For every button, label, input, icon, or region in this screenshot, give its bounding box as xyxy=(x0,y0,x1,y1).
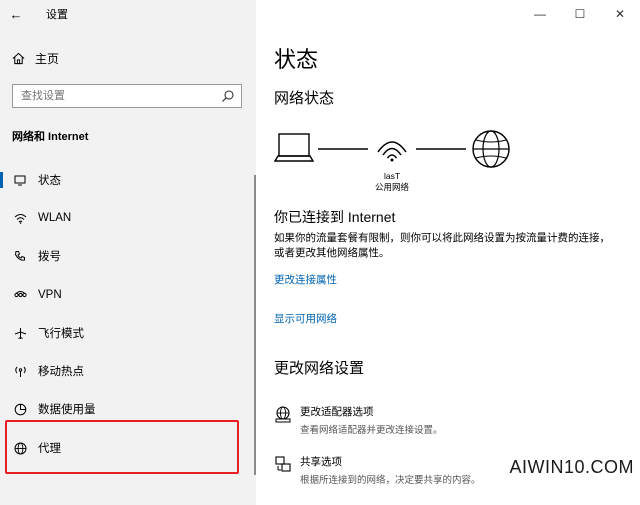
status-icon xyxy=(14,175,26,186)
watermark: AIWIN10.COM xyxy=(509,457,634,477)
sidebar-item-label: 拨号 xyxy=(38,251,61,263)
title-bar: ← 设置 xyxy=(0,0,256,28)
sidebar-item-label: 飞行模式 xyxy=(38,328,84,340)
sidebar-item-mobile-hotspot[interactable]: 移动热点 xyxy=(0,352,250,390)
maximize-button[interactable]: ☐ xyxy=(560,0,600,28)
network-status-title: 网络状态 xyxy=(274,90,335,107)
sidebar-item-home[interactable]: 主页 xyxy=(12,50,59,67)
home-icon xyxy=(12,52,25,65)
sidebar-item-label: VPN xyxy=(38,289,62,301)
window-controls: — ☐ ✕ xyxy=(520,0,640,28)
connected-title: 你已连接到 Internet xyxy=(274,209,396,225)
sidebar-item-label: 移动热点 xyxy=(38,366,84,378)
hotspot-icon xyxy=(14,366,26,377)
laptop-icon xyxy=(274,133,315,162)
app-title: 设置 xyxy=(46,9,68,21)
sidebar-item-label: 状态 xyxy=(38,175,61,187)
wifi-signal-icon xyxy=(377,141,407,162)
adapter-options-item[interactable]: 更改适配器选项 查看网络适配器并更改连接设置。 xyxy=(274,404,443,436)
sidebar-item-status[interactable]: 状态 xyxy=(0,161,250,199)
sidebar: ← 设置 主页 网络和 Internet 状态 xyxy=(0,0,256,505)
adapter-icon xyxy=(275,406,291,423)
change-connection-properties-link[interactable]: 更改连接属性 xyxy=(274,272,337,287)
highlight-annotation xyxy=(5,420,239,474)
page-title: 状态 xyxy=(274,47,319,72)
dialup-icon xyxy=(14,251,25,261)
network-ssid: lasT xyxy=(383,171,401,181)
sidebar-item-vpn[interactable]: VPN xyxy=(0,276,250,314)
sidebar-item-label: 数据使用量 xyxy=(38,404,96,416)
airplane-icon xyxy=(14,327,26,339)
change-network-settings-title: 更改网络设置 xyxy=(274,360,365,377)
network-type: 公用网络 xyxy=(374,182,409,192)
search-icon[interactable] xyxy=(221,89,235,103)
home-label: 主页 xyxy=(35,52,60,66)
network-name: lasT 公用网络 xyxy=(357,171,427,193)
show-available-networks-link[interactable]: 显示可用网络 xyxy=(274,311,337,326)
sidebar-item-label: WLAN xyxy=(38,212,72,224)
back-button[interactable]: ← xyxy=(0,0,32,28)
data-usage-icon xyxy=(14,403,26,415)
wifi-icon xyxy=(14,214,26,224)
sidebar-item-wlan[interactable]: WLAN xyxy=(0,199,250,237)
close-button[interactable]: ✕ xyxy=(600,0,640,28)
internet-globe-icon xyxy=(472,130,510,168)
connected-description: 如果你的流量套餐有限制，则你可以将此网络设置为按流量计费的连接，或者更改其他网络… xyxy=(274,232,610,259)
sidebar-item-dialup[interactable]: 拨号 xyxy=(0,237,250,275)
minimize-button[interactable]: — xyxy=(520,0,560,28)
section-label: 网络和 Internet xyxy=(12,131,89,143)
option-description: 根据所连接到的网络，决定要共享的内容。 xyxy=(300,475,481,486)
option-title: 共享选项 xyxy=(300,456,342,468)
sharing-icon xyxy=(275,456,291,472)
sharing-options-item[interactable]: 共享选项 根据所连接到的网络，决定要共享的内容。 xyxy=(274,454,481,486)
option-description: 查看网络适配器并更改连接设置。 xyxy=(300,425,443,436)
option-title: 更改适配器选项 xyxy=(300,406,374,418)
search-box[interactable] xyxy=(12,84,242,108)
main-content: — ☐ ✕ 状态 网络状态 lasT 公用网络 你已连接到 Internet 如… xyxy=(256,0,640,505)
vpn-icon xyxy=(13,291,27,298)
sidebar-item-airplane-mode[interactable]: 飞行模式 xyxy=(0,314,250,352)
search-input[interactable] xyxy=(21,90,211,102)
